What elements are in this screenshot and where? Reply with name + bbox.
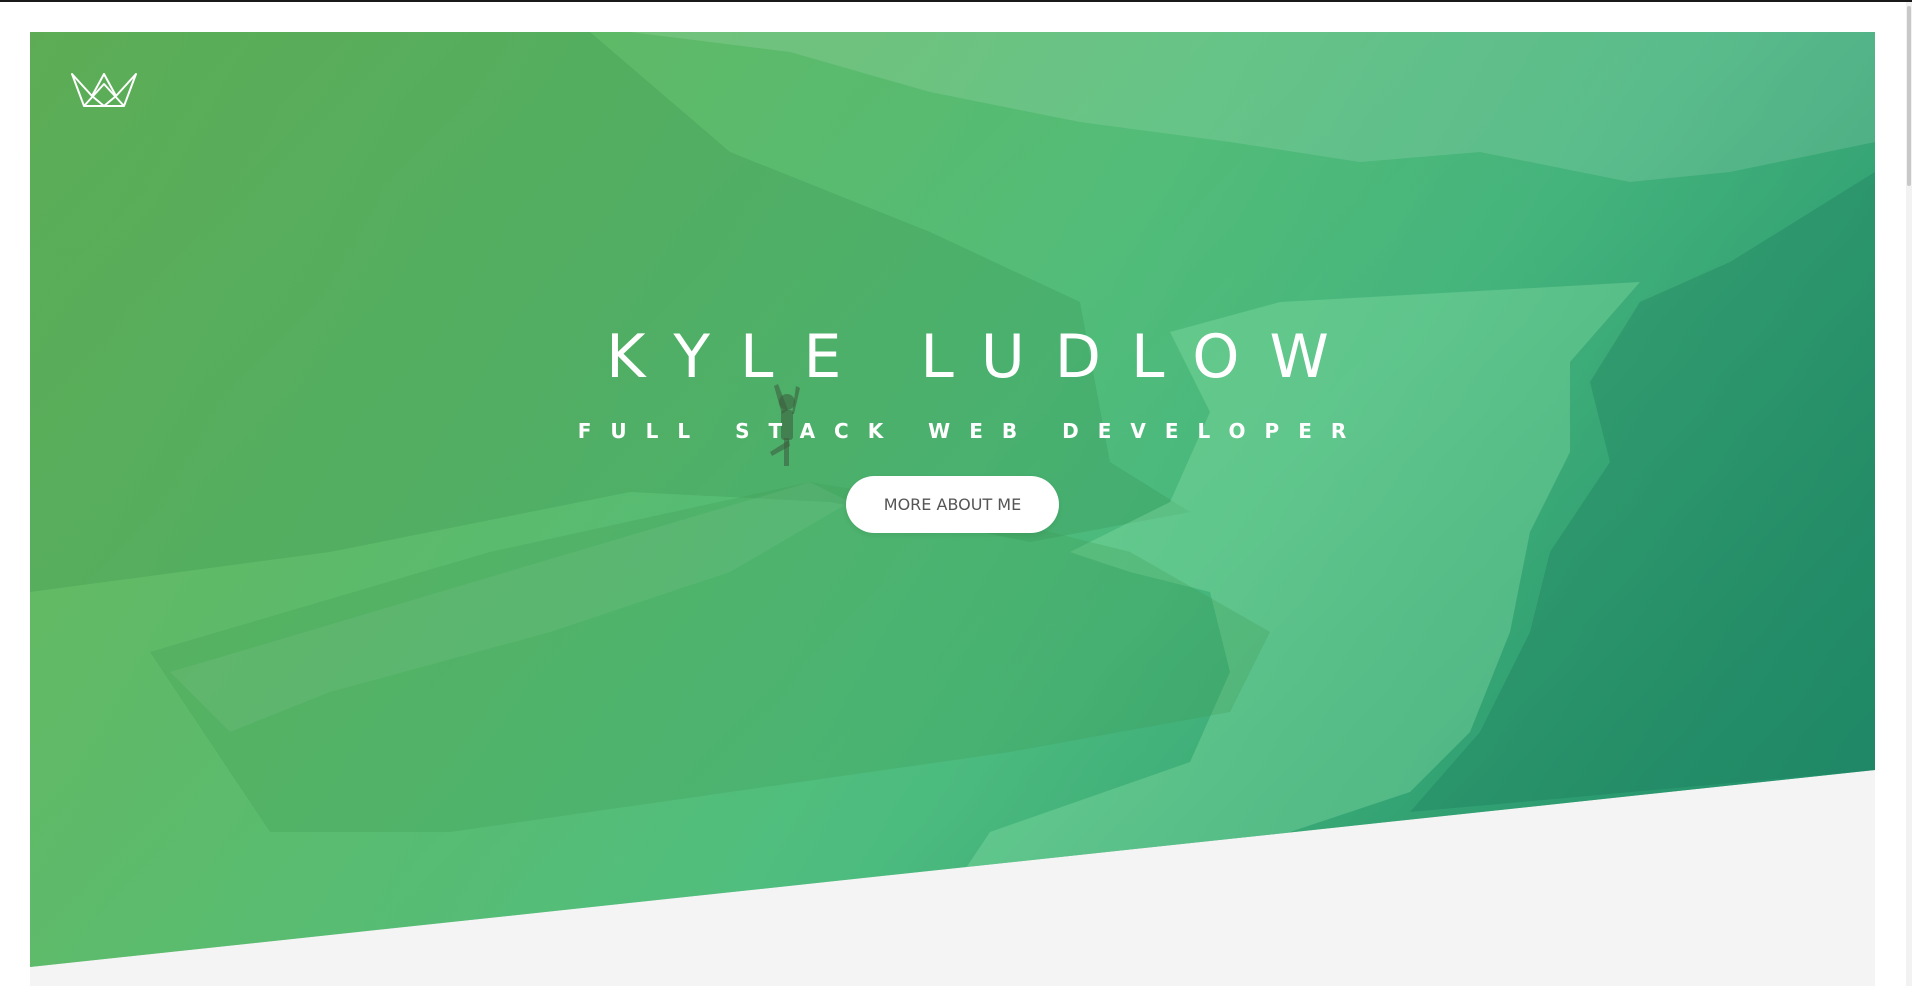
window-top-border (0, 0, 1912, 2)
scrollbar-thumb[interactable] (1907, 6, 1911, 186)
crown-icon[interactable] (70, 70, 138, 110)
page-content: KYLE LUDLOW FULL STACK WEB DEVELOPER MOR… (30, 32, 1875, 986)
hero-title: KYLE LUDLOW (606, 322, 1359, 392)
hero-section: KYLE LUDLOW FULL STACK WEB DEVELOPER MOR… (30, 32, 1875, 967)
hero-subtitle: FULL STACK WEB DEVELOPER (577, 419, 1366, 443)
more-about-me-button[interactable]: MORE ABOUT ME (846, 476, 1059, 533)
